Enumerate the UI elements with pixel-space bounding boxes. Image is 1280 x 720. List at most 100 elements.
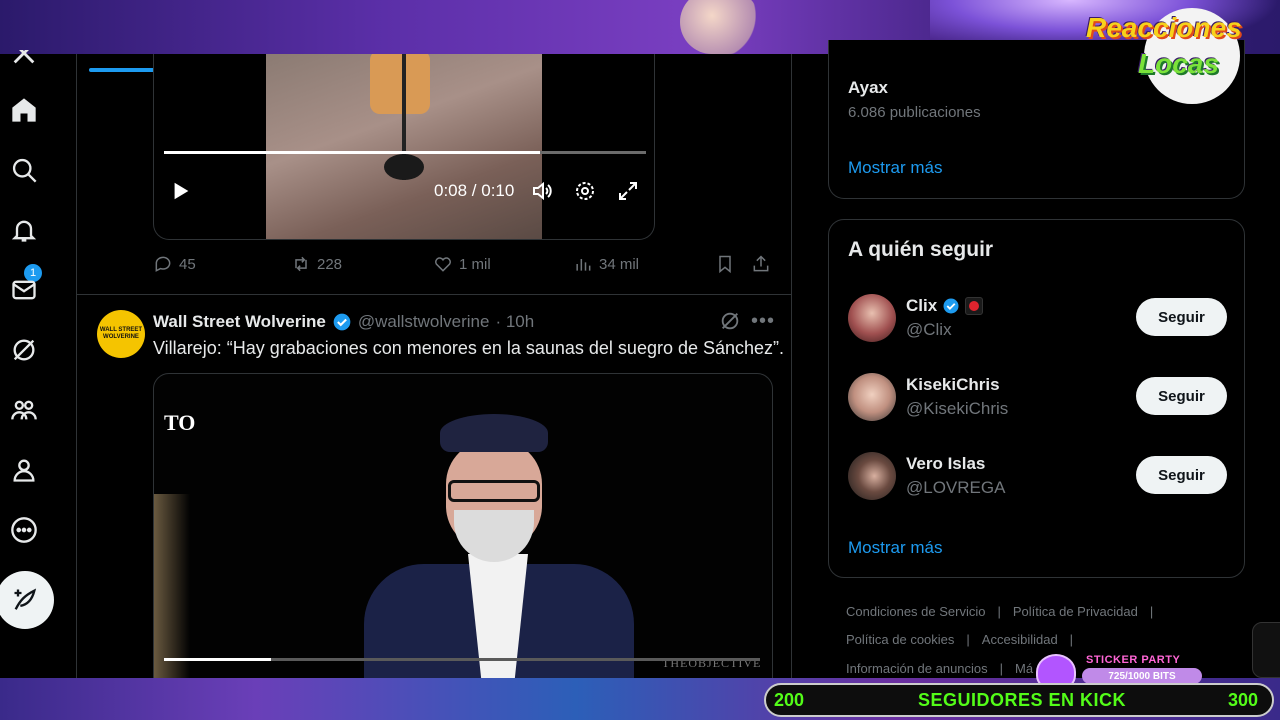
sticker-label: STICKER PARTY bbox=[1086, 654, 1181, 666]
feather-plus-icon bbox=[14, 588, 37, 610]
cookies-link[interactable]: Política de cookies bbox=[846, 632, 954, 647]
sticker-progress: 725/1000 BITS bbox=[1082, 668, 1202, 684]
kick-followers-goal: 200 SEGUIDORES EN KICK 300 bbox=[764, 683, 1274, 717]
author-handle[interactable]: @wallstwolverine bbox=[358, 312, 490, 332]
suggestion-name: Vero Islas bbox=[906, 454, 986, 473]
trends-show-more-link[interactable]: Mostrar más bbox=[848, 158, 942, 178]
settings-gear-icon[interactable] bbox=[573, 179, 597, 203]
mail-icon[interactable] bbox=[6, 272, 42, 308]
video-logo: TO bbox=[164, 410, 196, 435]
reply-action[interactable]: 45 bbox=[153, 254, 196, 274]
play-icon[interactable] bbox=[170, 180, 192, 202]
goal-label: SEGUIDORES EN KICK bbox=[918, 690, 1127, 710]
footer-separator: | bbox=[1069, 632, 1074, 647]
verified-badge-icon bbox=[943, 298, 959, 314]
bell-icon[interactable] bbox=[6, 212, 42, 248]
video-time: 0:08 / 0:10 bbox=[434, 181, 515, 200]
bookmark-icon bbox=[719, 255, 731, 274]
views-action[interactable]: 34 mil bbox=[573, 254, 639, 274]
avatar-text-line2: WOLVERINE bbox=[103, 334, 139, 340]
reply-icon bbox=[155, 256, 171, 272]
privacy-link[interactable]: Política de Privacidad bbox=[1013, 604, 1138, 619]
goal-end: 300 bbox=[1228, 690, 1259, 710]
video-left-blur bbox=[154, 494, 190, 678]
tweet-header: Wall Street Wolverine @wallstwolverine ·… bbox=[153, 312, 534, 332]
more-footer-link[interactable]: Má bbox=[1015, 661, 1033, 676]
trend-post-count: 6.086 publicaciones bbox=[848, 104, 981, 121]
brand-line2: Locas bbox=[1138, 48, 1219, 79]
share-action[interactable] bbox=[751, 254, 771, 274]
suggestion-name: KisekiChris bbox=[906, 375, 1000, 394]
bookmark-action[interactable] bbox=[715, 254, 735, 274]
follow-show-more-link[interactable]: Mostrar más bbox=[848, 538, 942, 558]
goal-start: 200 bbox=[774, 690, 805, 710]
suggestion-name: Clix bbox=[906, 296, 984, 316]
reply-count: 45 bbox=[179, 255, 196, 273]
trend-name[interactable]: Ayax bbox=[848, 78, 888, 98]
video-cat-figure bbox=[370, 54, 430, 114]
more-options-icon[interactable]: ••• bbox=[751, 310, 775, 333]
side-panel-toggle[interactable] bbox=[1252, 622, 1280, 678]
video-speaker-figure bbox=[364, 414, 634, 678]
avatar[interactable] bbox=[848, 373, 896, 421]
home-icon[interactable] bbox=[6, 92, 42, 128]
tweet-time[interactable]: · 10h bbox=[495, 312, 534, 332]
like-count: 1 mil bbox=[459, 255, 491, 273]
active-tab-indicator bbox=[89, 68, 157, 72]
follow-button[interactable]: Seguir bbox=[1136, 298, 1227, 336]
follow-suggestion[interactable]: Clix @Clix Seguir bbox=[848, 294, 1228, 344]
who-to-follow-card: A quién seguir Clix @Clix Seguir KisekiC… bbox=[828, 219, 1245, 578]
tweet-video-player[interactable]: 0:08 / 0:10 bbox=[153, 54, 655, 240]
tweet-action-bar: 45 228 1 mil 34 mil bbox=[153, 254, 773, 284]
footer-separator: | bbox=[966, 632, 970, 647]
tweet-text: Villarejo: “Hay grabaciones con menores … bbox=[153, 338, 785, 358]
follow-suggestion[interactable]: Vero Islas @LOVREGA Seguir bbox=[848, 452, 1228, 502]
follow-suggestion[interactable]: KisekiChris @KisekiChris Seguir bbox=[848, 373, 1228, 423]
author-name[interactable]: Wall Street Wolverine bbox=[153, 312, 326, 332]
share-icon bbox=[753, 255, 769, 272]
video-progress-bar[interactable] bbox=[164, 151, 646, 154]
grok-explain-icon[interactable] bbox=[719, 310, 741, 332]
like-action[interactable]: 1 mil bbox=[433, 254, 491, 274]
avatar[interactable] bbox=[848, 452, 896, 500]
search-icon[interactable] bbox=[6, 152, 42, 188]
footer-separator: | bbox=[997, 604, 1001, 619]
terms-link[interactable]: Condiciones de Servicio bbox=[846, 604, 985, 619]
suggestion-handle: @LOVREGA bbox=[906, 478, 1006, 497]
follow-button[interactable]: Seguir bbox=[1136, 377, 1227, 415]
avatar-text-line1: WALL STREET bbox=[99, 327, 143, 334]
timeline-column: 0:08 / 0:10 45 228 1 mil 34 mil WALL STR… bbox=[76, 54, 792, 678]
ads-info-link[interactable]: Información de anuncios bbox=[846, 661, 988, 676]
author-avatar[interactable]: WALL STREET WOLVERINE bbox=[97, 310, 145, 358]
suggestion-handle: @KisekiChris bbox=[906, 399, 1009, 418]
heart-icon bbox=[435, 257, 451, 272]
video-frame bbox=[266, 54, 542, 239]
footer-separator: | bbox=[1149, 604, 1154, 619]
repost-action[interactable]: 228 bbox=[291, 254, 342, 274]
brand-line1: Reacciones bbox=[1086, 12, 1242, 43]
tweet-video-player-2[interactable]: TO THEOBJECTIVE bbox=[153, 373, 773, 678]
tweet-divider bbox=[77, 294, 791, 295]
video-mic-base bbox=[384, 154, 424, 180]
x-logo-icon[interactable] bbox=[6, 50, 42, 70]
who-to-follow-title: A quién seguir bbox=[848, 238, 994, 261]
footer-separator: | bbox=[999, 661, 1004, 676]
follow-button[interactable]: Seguir bbox=[1136, 456, 1227, 494]
fullscreen-icon[interactable] bbox=[616, 179, 640, 203]
analytics-icon bbox=[576, 259, 591, 271]
view-count: 34 mil bbox=[599, 255, 640, 273]
stream-brand-logo: Reacciones Locas bbox=[1086, 4, 1276, 104]
video-progress-bar-2[interactable] bbox=[164, 658, 760, 661]
verified-badge-icon bbox=[333, 313, 351, 331]
profile-icon[interactable] bbox=[6, 452, 42, 488]
volume-icon[interactable] bbox=[530, 179, 554, 203]
affiliation-badge-icon bbox=[965, 297, 984, 315]
communities-icon[interactable] bbox=[6, 392, 42, 428]
repost-icon bbox=[295, 256, 307, 272]
suggestion-handle: @Clix bbox=[906, 320, 952, 339]
more-icon[interactable] bbox=[6, 512, 42, 548]
overlay-cloud-decoration bbox=[680, 0, 760, 54]
grok-icon[interactable] bbox=[6, 332, 42, 368]
avatar[interactable] bbox=[848, 294, 896, 342]
accessibility-link[interactable]: Accesibilidad bbox=[982, 632, 1058, 647]
